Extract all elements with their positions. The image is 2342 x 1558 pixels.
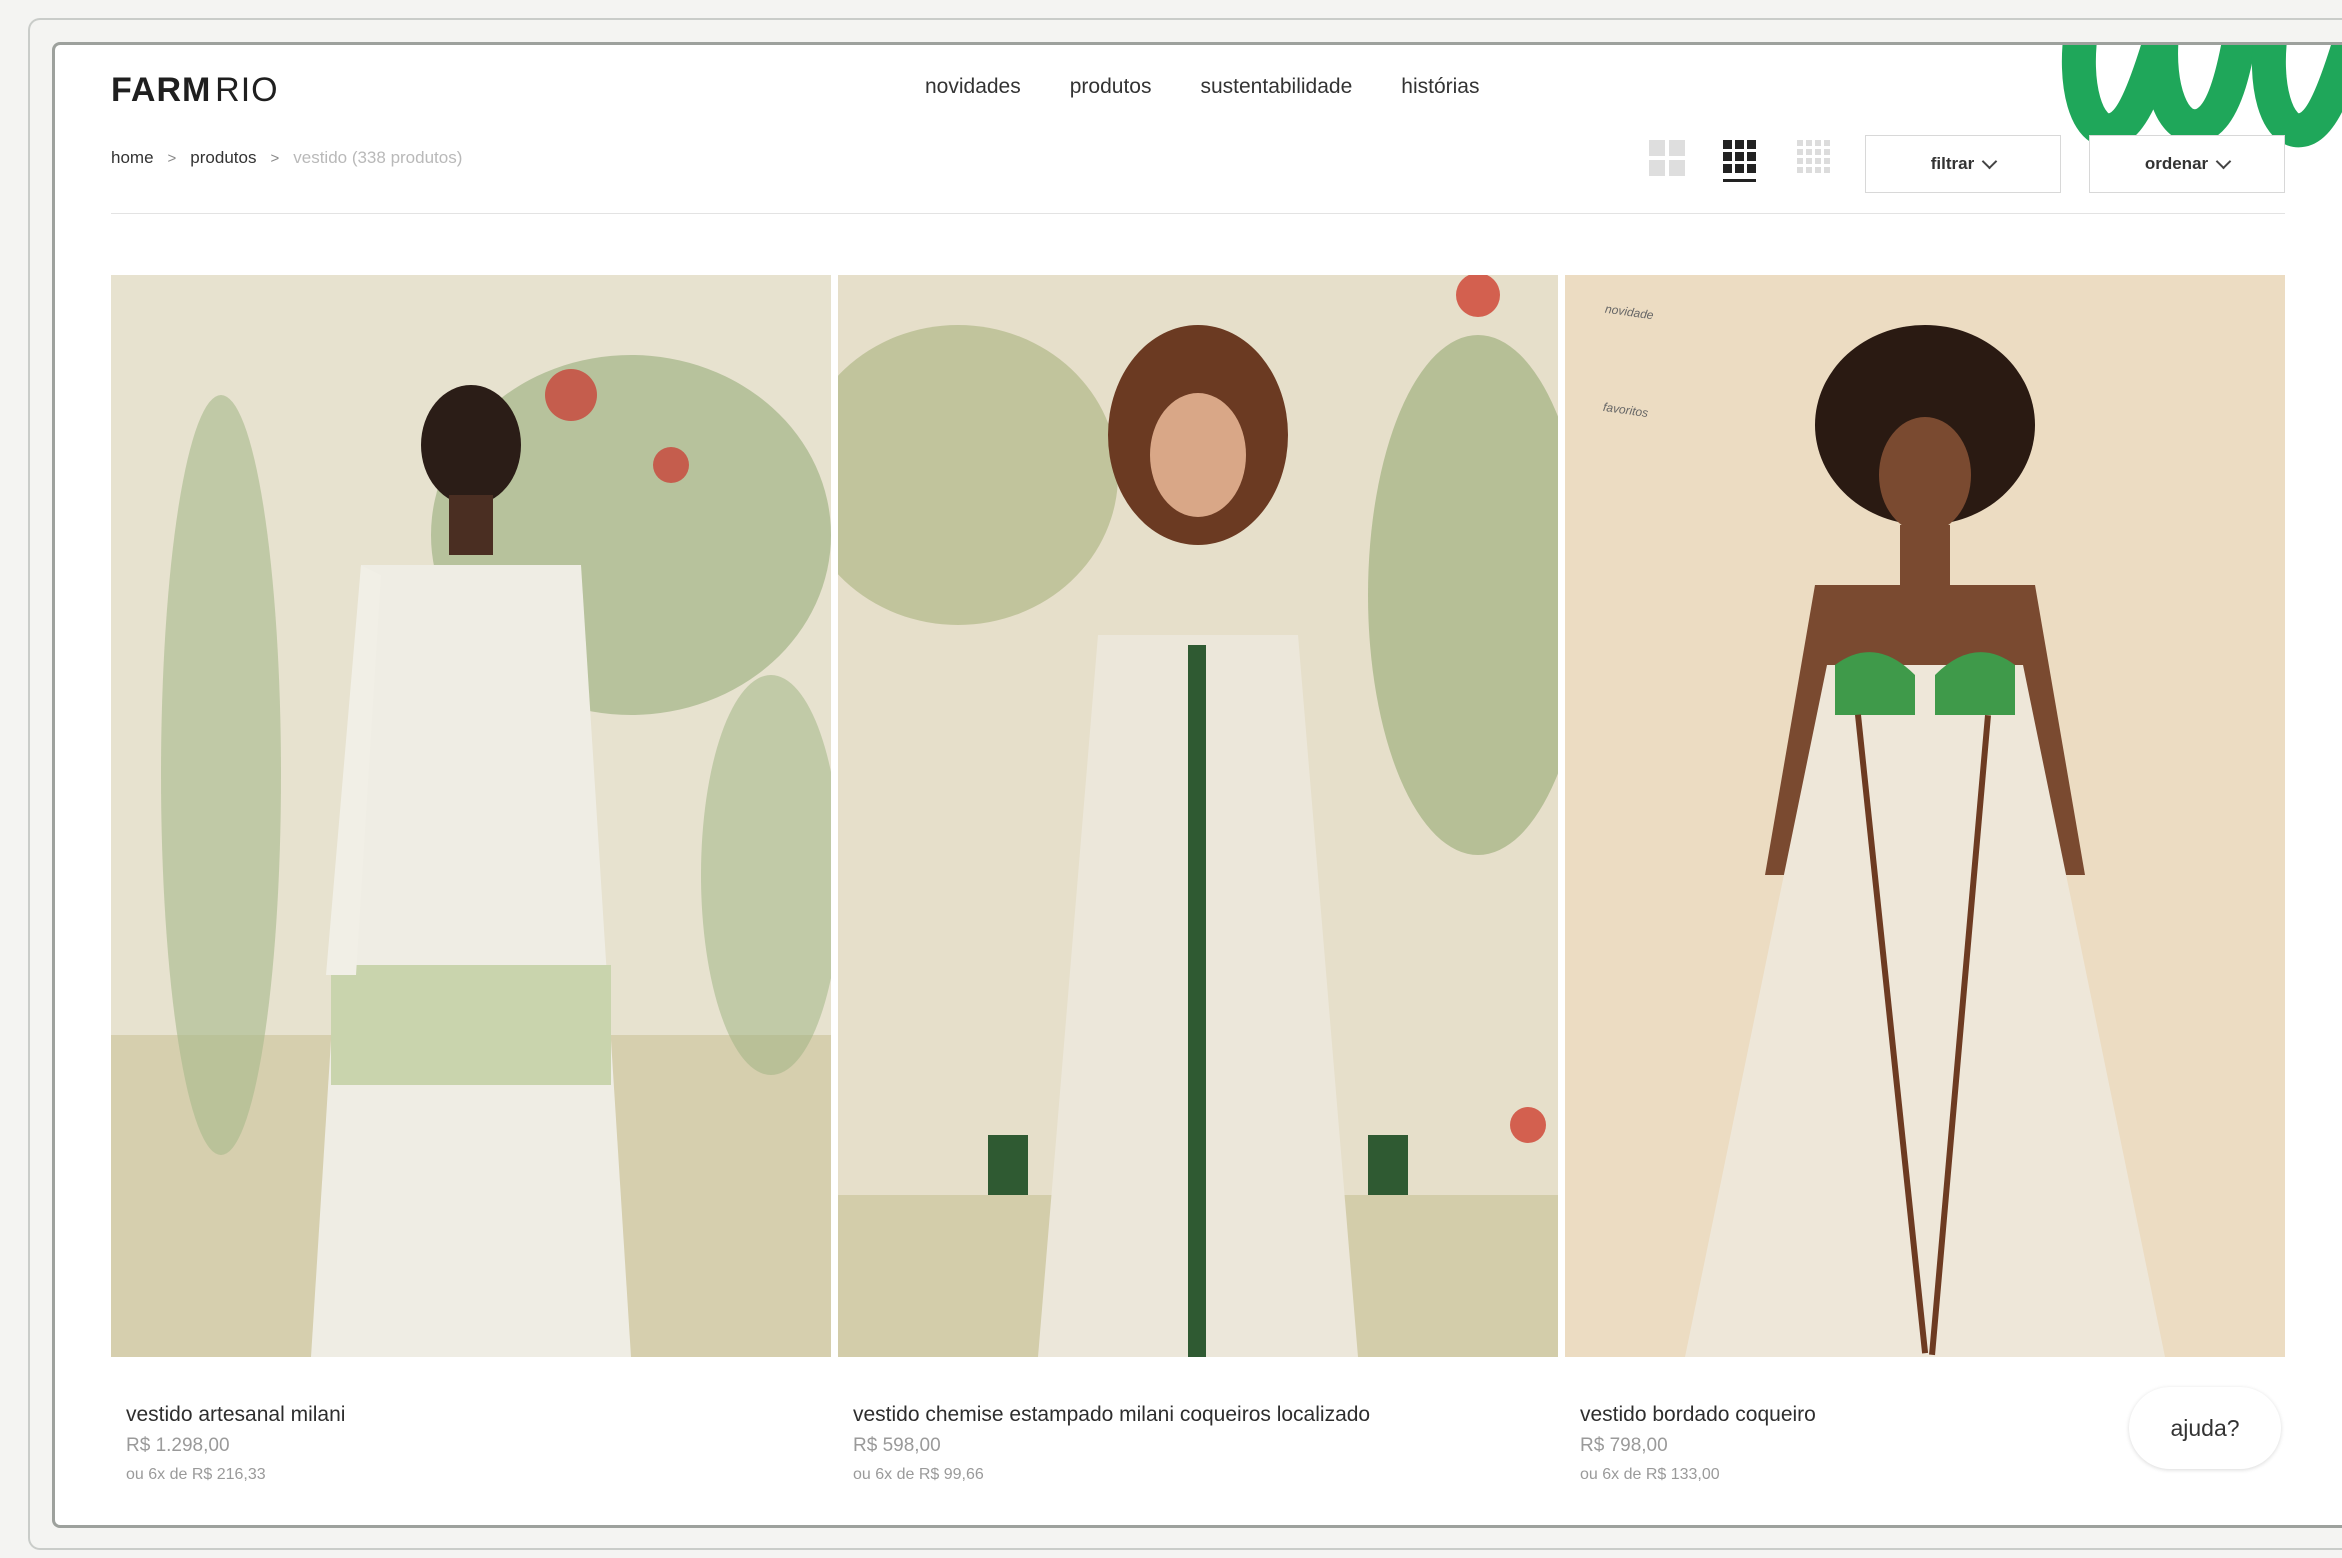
product-name[interactable]: vestido chemise estampado milani coqueir… (853, 1403, 1370, 1427)
brand-logo[interactable]: FARM RIO (111, 71, 279, 110)
breadcrumb-home[interactable]: home (111, 148, 154, 168)
nav-item-novidades[interactable]: novidades (925, 75, 1021, 99)
grid-2-columns-icon[interactable] (1649, 140, 1685, 176)
breadcrumb-current: vestido (338 produtos) (293, 148, 463, 167)
grid-3-columns-icon[interactable] (1723, 140, 1756, 182)
sort-label: ordenar (2144, 154, 2209, 173)
chevron-right-icon: > (270, 149, 280, 167)
product-image[interactable] (1565, 275, 2285, 1357)
brand-logo-light: RIO (215, 71, 279, 109)
breadcrumb: home > produtos > vestido (338 produtos) (111, 148, 462, 168)
header-divider (111, 213, 2285, 214)
filter-label: filtrar (1930, 154, 1975, 173)
product-image[interactable] (798, 273, 1588, 1357)
grid-4-columns-icon[interactable] (1797, 140, 1830, 173)
product-name[interactable]: vestido bordado coqueiro (1580, 1403, 1816, 1427)
breadcrumb-produtos[interactable]: produtos (190, 148, 256, 168)
chevron-right-icon: > (167, 149, 177, 167)
help-button[interactable]: ajuda? (2129, 1387, 2281, 1469)
product-card[interactable]: vestido artesanal milani R$ 1.298,00 ou … (111, 275, 841, 1483)
nav-item-historias[interactable]: histórias (1401, 75, 1479, 99)
product-installments: ou 6x de R$ 216,33 (126, 1466, 266, 1483)
main-nav: novidades produtos sustentabilidade hist… (925, 75, 1479, 99)
nav-item-sustentabilidade[interactable]: sustentabilidade (1200, 75, 1352, 99)
brand-logo-bold: FARM (111, 71, 212, 109)
product-image[interactable] (111, 275, 841, 1357)
browser-window: FARM RIO novidades produtos sustentabili… (52, 42, 2342, 1528)
product-name[interactable]: vestido artesanal milani (126, 1403, 345, 1427)
product-card[interactable]: novidade favoritos vestido bordado coque… (1565, 275, 2285, 1483)
product-price: R$ 1.298,00 (126, 1435, 230, 1456)
product-card[interactable]: vestido chemise estampado milani coqueir… (798, 273, 1588, 1483)
chevron-down-icon (2215, 153, 2232, 170)
product-installments: ou 6x de R$ 99,66 (853, 1466, 984, 1483)
product-price: R$ 598,00 (853, 1435, 941, 1456)
filter-button[interactable]: filtrar (1865, 135, 2061, 193)
product-installments: ou 6x de R$ 133,00 (1580, 1466, 1720, 1483)
sort-button[interactable]: ordenar (2089, 135, 2285, 193)
nav-item-produtos[interactable]: produtos (1070, 75, 1152, 99)
chevron-down-icon (1981, 153, 1998, 170)
help-label: ajuda? (2170, 1414, 2240, 1441)
product-price: R$ 798,00 (1580, 1435, 1668, 1456)
